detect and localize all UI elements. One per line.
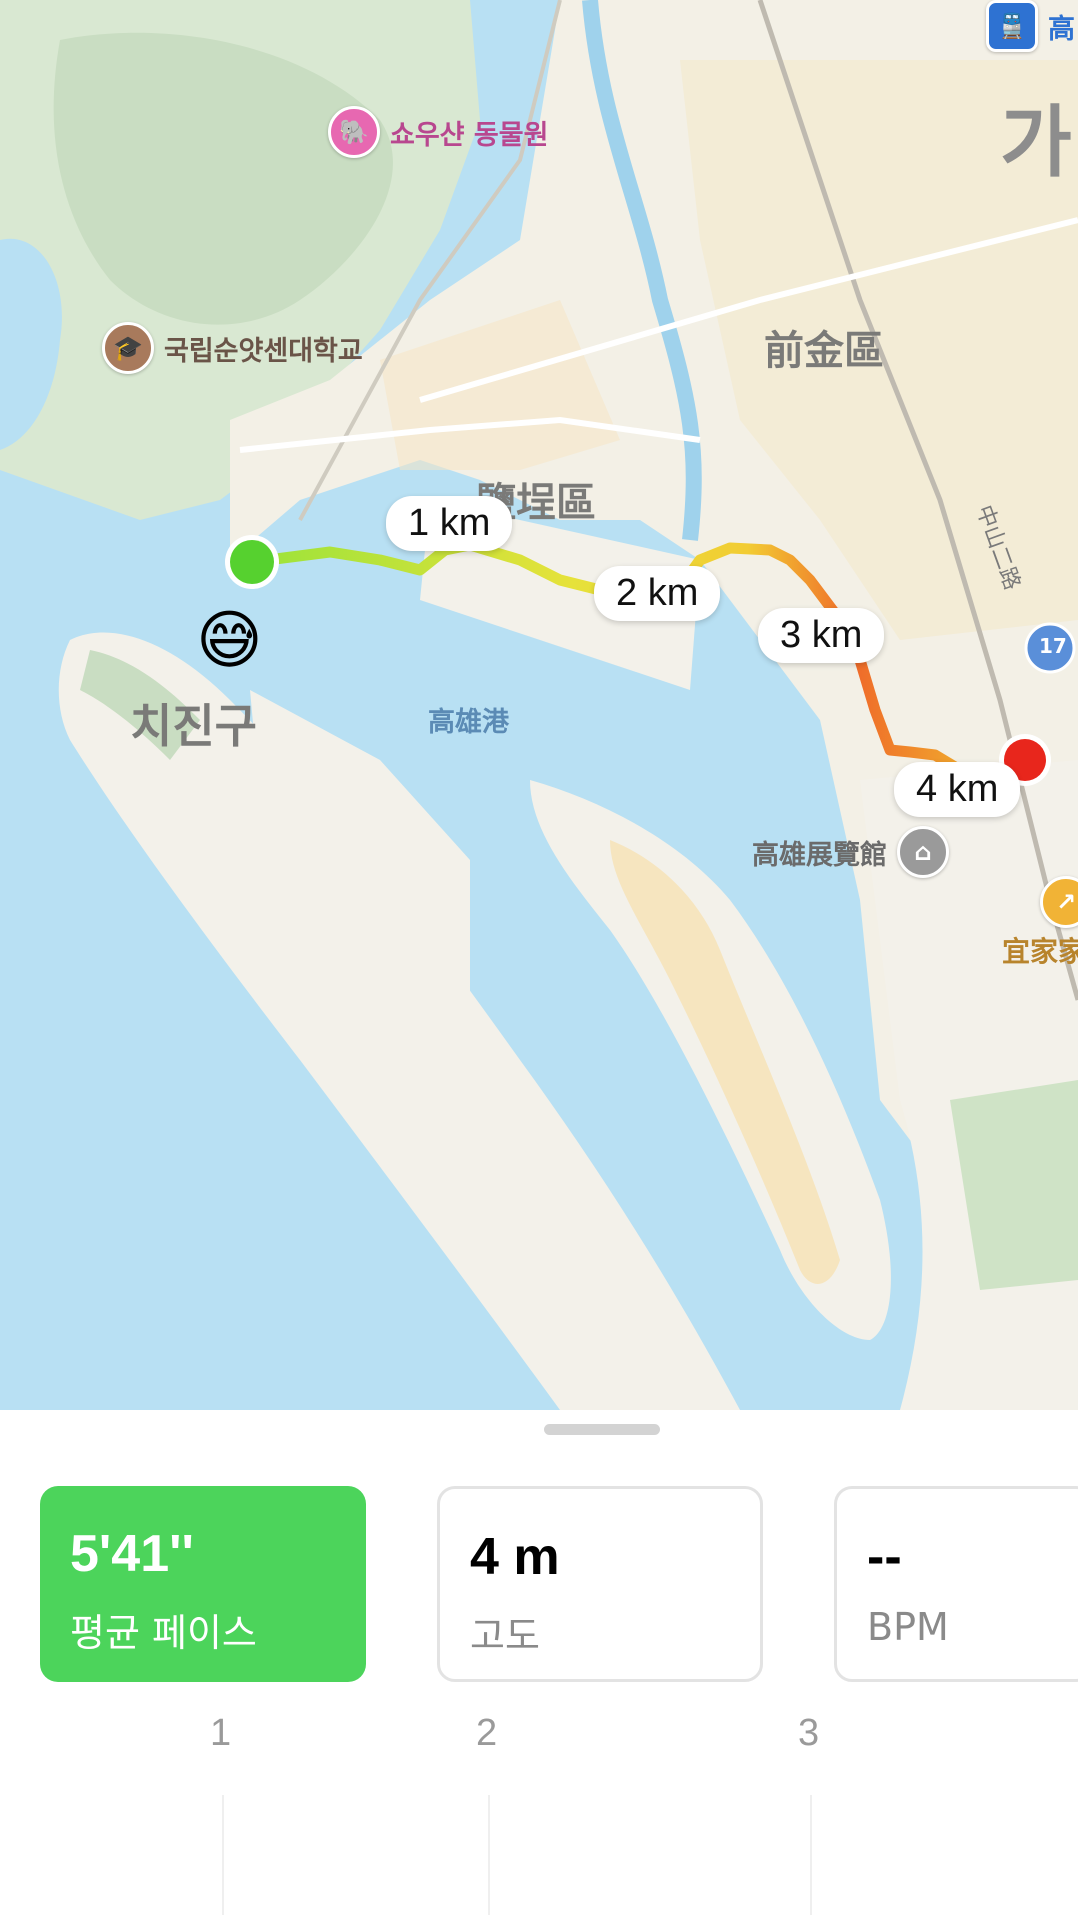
poi-exhibition[interactable]: 高雄展覽館 ⌂ <box>752 826 949 878</box>
poi-university-label: 국립순얏센대학교 <box>164 335 363 367</box>
mood-emoji-icon[interactable]: 😅 <box>196 604 263 678</box>
heart-rate-card[interactable]: -- BPM <box>834 1486 1078 1682</box>
poi-university[interactable]: 🎓 국립순얏센대학교 <box>102 322 363 374</box>
district-qianjin: 前金區 <box>764 328 884 374</box>
km-marker-4[interactable]: 4 km <box>894 762 1021 817</box>
shopping-icon: ↗ <box>1040 876 1078 928</box>
poi-zoo-label: 쇼우샨 동물원 <box>390 119 549 151</box>
poi-station-label: 高 <box>1048 13 1075 45</box>
axis-tick-2: 2 <box>476 1712 498 1754</box>
sheet-grabber[interactable] <box>544 1424 660 1435</box>
poi-store-label: 宜家家 <box>1002 935 1078 968</box>
district-cijin: 치진구 <box>130 699 257 753</box>
heart-rate-label: BPM <box>867 1605 949 1649</box>
elephant-icon: 🐘 <box>328 106 380 158</box>
poi-zoo[interactable]: 🐘 쇼우샨 동물원 <box>328 106 548 158</box>
poi-exhibition-label: 高雄展覽館 <box>752 839 887 871</box>
chart-gridline <box>810 1795 812 1915</box>
chart-gridline <box>488 1795 490 1915</box>
harbor-label: 高雄港 <box>428 707 509 738</box>
exhibition-hall-icon: ⌂ <box>897 826 949 878</box>
axis-tick-1: 1 <box>210 1712 232 1754</box>
pace-label: 평균 페이스 <box>70 1611 257 1655</box>
altitude-label: 고도 <box>470 1614 540 1658</box>
start-marker[interactable] <box>230 540 274 584</box>
stats-sheet: 5'41'' 평균 페이스 4 m 고도 -- BPM 1 2 3 <box>0 1410 1078 1915</box>
pace-card[interactable]: 5'41'' 평균 페이스 <box>40 1486 366 1682</box>
poi-station[interactable]: 🚆 高 <box>986 0 1075 52</box>
km-marker-2[interactable]: 2 km <box>594 566 721 621</box>
route-map[interactable]: 🐘 쇼우샨 동물원 🎓 국립순얏센대학교 高雄展覽館 ⌂ ↗ 宜家家 🚆 高 前… <box>0 0 1078 1410</box>
poi-store[interactable]: ↗ <box>1040 876 1078 928</box>
graduation-cap-icon: 🎓 <box>102 322 154 374</box>
train-icon: 🚆 <box>986 0 1038 52</box>
pace-value: 5'41'' <box>70 1525 194 1583</box>
altitude-card[interactable]: 4 m 고도 <box>437 1486 763 1682</box>
axis-tick-3: 3 <box>798 1712 820 1754</box>
altitude-value: 4 m <box>470 1528 560 1586</box>
district-partial: 가 <box>1000 98 1072 188</box>
km-marker-1[interactable]: 1 km <box>386 496 513 551</box>
chart-gridline <box>222 1795 224 1915</box>
km-marker-3[interactable]: 3 km <box>758 608 885 663</box>
heart-rate-value: -- <box>867 1528 902 1586</box>
route-shield-number: 17 <box>1039 634 1067 658</box>
